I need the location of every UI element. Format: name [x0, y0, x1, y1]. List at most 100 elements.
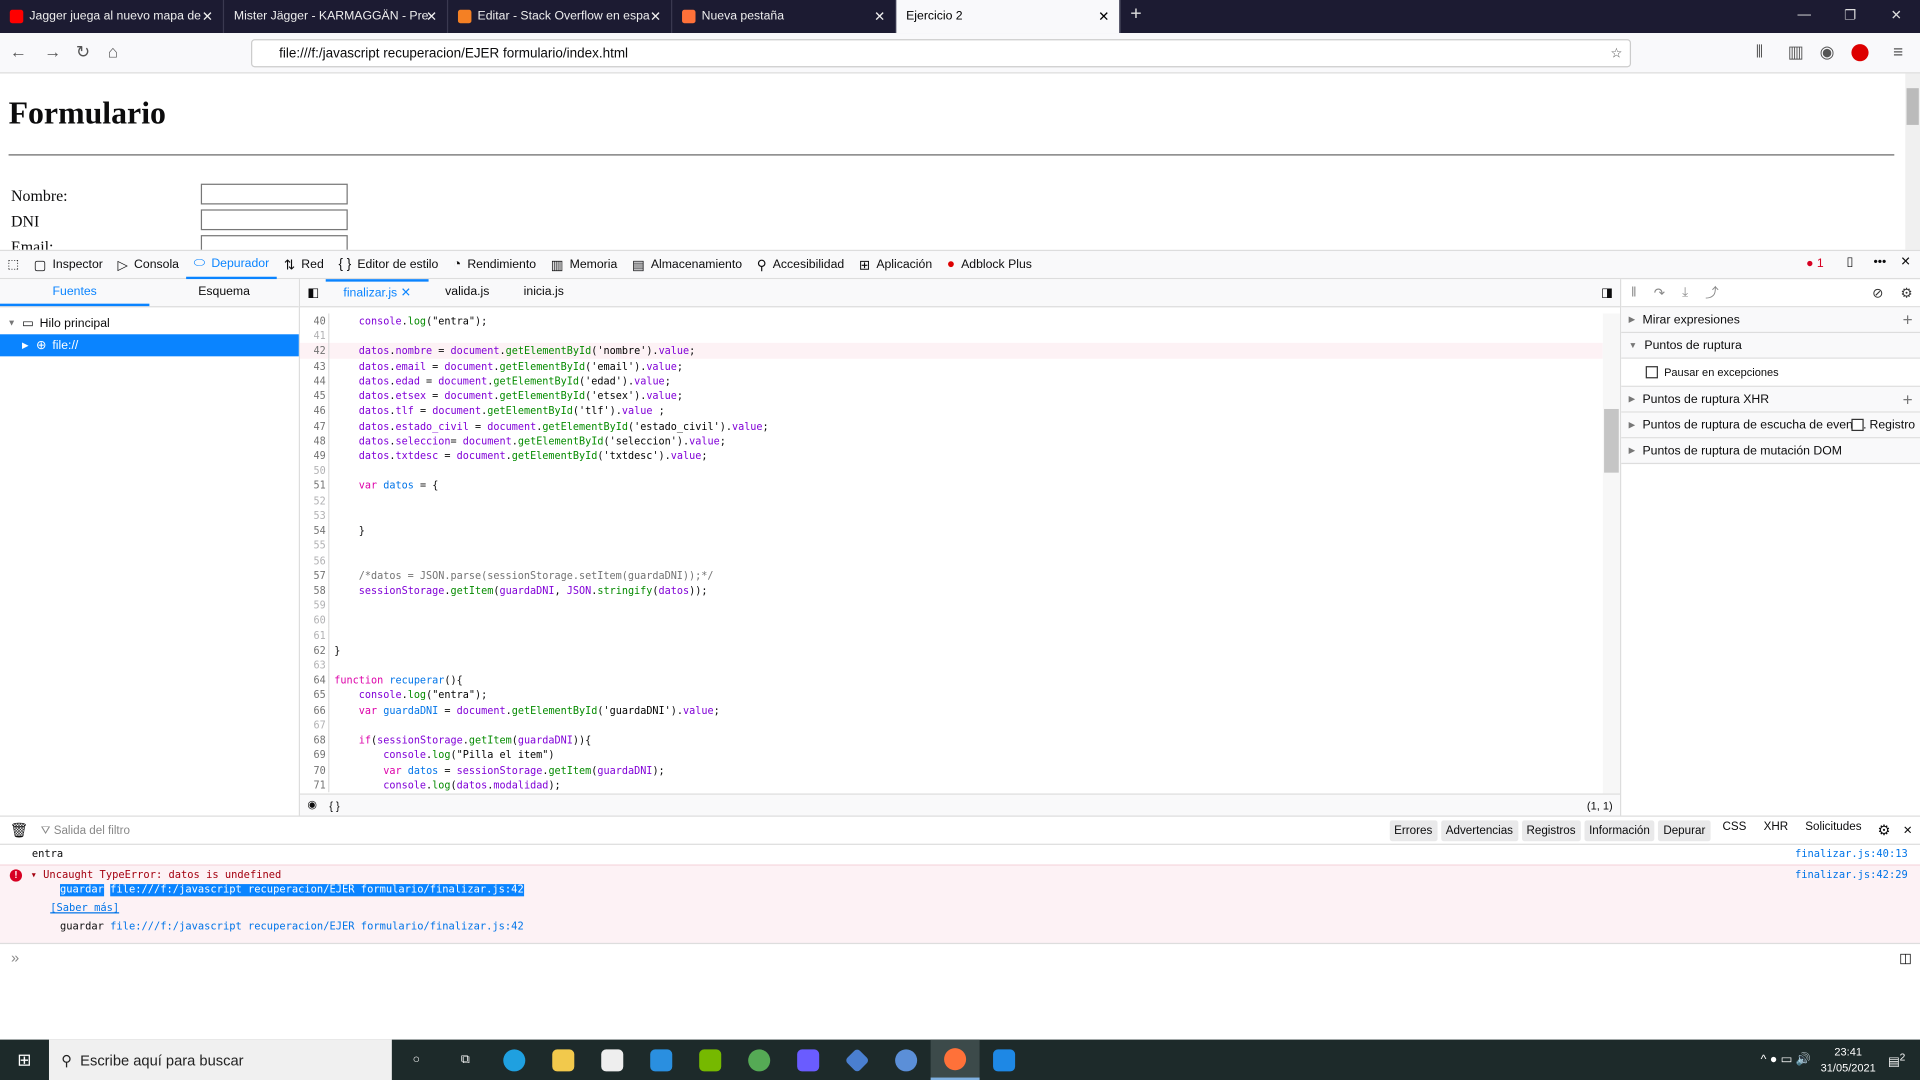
browser-tab[interactable]: Ejercicio 2 ✕ — [896, 0, 1121, 34]
editor-scrollbar[interactable] — [1602, 313, 1621, 794]
close-tab-icon[interactable]: ✕ — [650, 9, 661, 25]
pause-exceptions-checkbox[interactable]: Pausar en excepciones — [1621, 358, 1920, 387]
firefox-icon[interactable] — [930, 1039, 980, 1080]
code-line[interactable]: 54 } — [300, 522, 1603, 538]
reload-icon[interactable]: ↻ — [76, 42, 90, 63]
menu-icon[interactable]: ≡ — [1893, 42, 1903, 62]
line-number[interactable]: 66 — [300, 702, 330, 718]
tool-tab[interactable]: ⚲ Accesibilidad — [749, 250, 851, 278]
line-number[interactable]: 41 — [300, 328, 330, 344]
more-icon[interactable]: ••• — [1873, 256, 1886, 269]
close-tab-icon[interactable]: ✕ — [874, 9, 885, 25]
code-line[interactable]: 50 — [300, 463, 1603, 479]
line-number[interactable]: 58 — [300, 582, 330, 598]
line-number[interactable]: 44 — [300, 373, 330, 389]
tool-tab[interactable]: ▢ Inspector — [26, 250, 110, 278]
pretty-print-button[interactable]: { } — [329, 799, 339, 811]
code-line[interactable]: 52 — [300, 493, 1603, 508]
code-area[interactable]: 40 console.log("entra"); 41 42 datos.nombr… — [300, 313, 1603, 793]
code-line[interactable]: 68 if(sessionStorage.getItem(guardaDNI))… — [300, 732, 1603, 748]
bookmark-star-icon[interactable]: ☆ — [1610, 45, 1622, 62]
trash-icon[interactable]: 🗑 — [10, 822, 29, 839]
url-bar[interactable]: file:///f:/javascript recuperacion/EJER … — [251, 39, 1632, 68]
request-filter[interactable]: Solicitudes — [1805, 820, 1861, 841]
library-icon[interactable]: ⫴ — [1756, 42, 1763, 63]
line-number[interactable]: 55 — [300, 537, 330, 553]
stack-path-link[interactable]: file:///f:/javascript recuperacion/EJER … — [110, 921, 524, 933]
taskbar-search[interactable]: ⚲ Escribe aquí para buscar — [48, 1039, 392, 1080]
line-number[interactable]: 59 — [300, 597, 330, 613]
code-line[interactable]: 63 — [300, 657, 1603, 673]
settings-icon[interactable]: ⚙ — [1901, 285, 1913, 301]
request-filter[interactable]: CSS — [1722, 820, 1746, 841]
code-line[interactable]: 48 datos.seleccion= document.getElementB… — [300, 433, 1603, 449]
tool-tab[interactable]: ● Adblock Plus — [939, 250, 1039, 278]
minimize-button[interactable]: — — [1798, 7, 1811, 22]
close-tab-icon[interactable]: ✕ — [426, 9, 437, 25]
tool-tab[interactable]: ▥ Memoria — [543, 250, 624, 278]
error-count[interactable]: ● 1 — [1806, 257, 1824, 270]
close-console-icon[interactable]: ✕ — [1903, 823, 1913, 836]
step-over-icon[interactable]: ↷ — [1654, 285, 1665, 301]
notifications-icon[interactable]: ▤2 — [1888, 1050, 1905, 1069]
console-input-prompt[interactable]: » — [11, 949, 19, 966]
code-line[interactable]: 64 function recuperar(){ — [300, 672, 1603, 688]
file-explorer-icon[interactable] — [539, 1040, 588, 1080]
xhr-breakpoints[interactable]: ▶ Puntos de ruptura XHR + — [1621, 386, 1920, 413]
xbox-icon[interactable] — [735, 1040, 784, 1080]
stack-path-link[interactable]: file:///f:/javascript recuperacion/EJER … — [110, 884, 524, 896]
deactivate-breakpoints-icon[interactable]: ⊘ — [1872, 285, 1883, 301]
tree-item-main-thread[interactable]: ▼ ▭ Hilo principal — [0, 312, 299, 334]
close-window-button[interactable]: ✕ — [1891, 7, 1902, 24]
breakpoints[interactable]: ▼ Puntos de ruptura — [1621, 333, 1920, 359]
code-line[interactable]: 43 datos.email = document.getElementById… — [300, 358, 1603, 374]
tool-tab[interactable]: ⊞ Aplicación — [852, 250, 940, 278]
qbittorrent-icon[interactable] — [882, 1040, 931, 1080]
line-number[interactable]: 50 — [300, 463, 330, 479]
add-icon[interactable]: + — [1903, 310, 1913, 330]
pause-icon[interactable]: ‖ — [1631, 285, 1637, 300]
close-devtools-icon[interactable]: ✕ — [1900, 256, 1910, 269]
step-in-icon[interactable]: ⤓ — [1682, 285, 1688, 301]
code-line[interactable]: 42 datos.nombre = document.getElementByI… — [300, 343, 1603, 359]
form-input[interactable] — [200, 183, 348, 205]
filter-button[interactable]: Información — [1584, 819, 1655, 841]
tool-tab[interactable]: ▤ Almacenamiento — [625, 250, 750, 278]
line-number[interactable]: 67 — [300, 717, 330, 733]
code-line[interactable]: 45 datos.etsex = document.getElementById… — [300, 388, 1603, 404]
watch-expressions[interactable]: ▶ Mirar expresiones + — [1621, 307, 1920, 334]
toggle-sidebar-icon[interactable]: ◨ — [1601, 286, 1613, 299]
windows-start-icon[interactable]: ⊞ — [0, 1040, 49, 1080]
code-line[interactable]: 41 — [300, 328, 1603, 344]
line-number[interactable]: 62 — [300, 642, 330, 658]
line-number[interactable]: 40 — [300, 313, 330, 329]
clock[interactable]: 23:41 31/05/2021 — [1821, 1044, 1876, 1076]
tool-tab[interactable]: { } Editor de estilo — [331, 250, 446, 278]
code-line[interactable]: 57 /*datos = JSON.parse(sessionStorage.s… — [300, 567, 1603, 583]
line-number[interactable]: 48 — [300, 433, 330, 449]
page-scrollbar[interactable] — [1905, 73, 1920, 250]
line-number[interactable]: 45 — [300, 388, 330, 404]
tool-tab[interactable]: ⬭ Depurador — [186, 250, 277, 279]
code-line[interactable]: 46 datos.tlf = document.getElementById('… — [300, 403, 1603, 419]
line-number[interactable]: 53 — [300, 507, 330, 523]
filter-button[interactable]: Errores — [1389, 819, 1438, 841]
back-icon[interactable]: ← — [10, 42, 27, 62]
line-number[interactable]: 47 — [300, 418, 330, 434]
line-number[interactable]: 61 — [300, 627, 330, 643]
log-checkbox[interactable]: Registro — [1851, 418, 1915, 432]
restore-button[interactable]: ❐ — [1844, 7, 1856, 24]
editor-tab[interactable]: finalizar.js ✕ — [326, 278, 428, 307]
code-line[interactable]: 58 sessionStorage.getItem(guardaDNI, JSO… — [300, 582, 1603, 598]
code-line[interactable]: 49 datos.txtdesc = document.getElementBy… — [300, 448, 1603, 464]
line-number[interactable]: 46 — [300, 403, 330, 419]
tool-tab[interactable]: ⇅ Red — [277, 250, 332, 278]
code-line[interactable]: 55 — [300, 537, 1603, 553]
code-line[interactable]: 51 var datos = { — [300, 478, 1603, 494]
tray-icons[interactable]: ^ ● ▭ 🔊 — [1761, 1053, 1811, 1066]
code-line[interactable]: 70 var datos = sessionStorage.getItem(gu… — [300, 762, 1603, 778]
line-number[interactable]: 64 — [300, 672, 330, 688]
pick-element-icon[interactable]: ⬚ — [0, 250, 26, 278]
code-line[interactable]: 71 console.log(datos.modalidad); — [300, 777, 1603, 793]
sidebar-icon[interactable]: ▥ — [1788, 42, 1804, 63]
